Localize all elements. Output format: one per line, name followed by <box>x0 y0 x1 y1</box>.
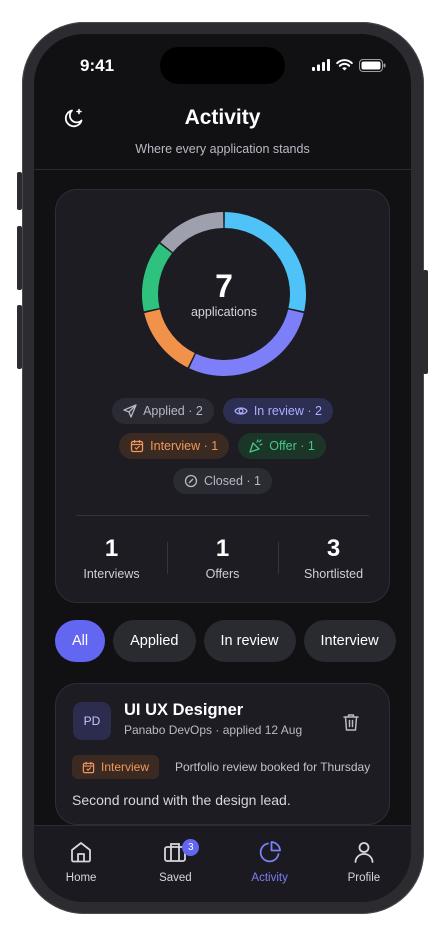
volume-down-button <box>17 305 22 369</box>
job-title: UI UX Designer <box>124 701 244 719</box>
pie-chart-icon <box>259 841 281 863</box>
donut-chart: 7 applications <box>140 210 308 378</box>
chip-interview[interactable]: Interview · 1 <box>119 433 230 459</box>
filter-all[interactable]: All <box>55 620 106 662</box>
chip-label: Closed · 1 <box>204 474 261 488</box>
wifi-icon <box>336 59 353 71</box>
application-note: Portfolio review booked for Thursday <box>175 760 371 774</box>
signal-icon <box>312 59 330 71</box>
application-description: Second round with the design lead. <box>72 792 291 808</box>
donut-caption: applications <box>190 305 257 319</box>
chip-label: In review · 2 <box>253 404 322 418</box>
tab-label: Saved <box>159 872 192 884</box>
stat-interviews: 1 Interviews <box>56 535 167 585</box>
donut-center: 7 applications <box>140 210 308 378</box>
tab-label: Activity <box>251 872 288 884</box>
chip-offer[interactable]: Offer · 1 <box>238 433 326 459</box>
chips-row: Interview · 1 Offer · 1 <box>56 433 389 459</box>
job-meta: Panabo DevOps · applied 12 Aug <box>124 723 303 737</box>
summary-card: 7 applications Applied · 2 In review · 2… <box>55 189 390 603</box>
calendar-icon <box>130 440 144 453</box>
tab-label: Home <box>65 872 97 884</box>
saved-badge: 3 <box>182 839 200 856</box>
battery-icon <box>359 58 386 72</box>
user-icon <box>354 842 374 863</box>
status-badge: Interview <box>72 755 160 779</box>
home-icon <box>71 842 92 863</box>
chips-row: Applied · 2 In review · 2 <box>56 398 389 424</box>
page-title: Activity <box>184 106 261 129</box>
dynamic-island <box>160 47 285 84</box>
tab-label: Profile <box>347 872 381 884</box>
tab-saved[interactable]: 3 Saved <box>128 826 222 902</box>
power-button <box>423 270 428 374</box>
tab-bar: Home 3 Saved Activity Profile <box>34 825 411 902</box>
status-icons <box>312 58 386 72</box>
chip-label: Interview · 1 <box>150 439 219 453</box>
send-icon <box>123 404 137 418</box>
filter-bar: All Applied In review Interview <box>55 620 411 662</box>
chip-in-review[interactable]: In review · 2 <box>222 398 333 424</box>
application-card[interactable]: PD UI UX Designer Panabo DevOps · applie… <box>55 683 390 825</box>
tab-profile[interactable]: Profile <box>317 826 411 902</box>
stat-value: 1 <box>215 535 230 562</box>
chip-applied[interactable]: Applied · 2 <box>112 398 214 424</box>
chips-row: Closed · 1 <box>56 468 389 494</box>
chip-label: Offer · 1 <box>269 439 315 453</box>
chip-label: Applied · 2 <box>143 404 203 418</box>
company-avatar: PD <box>73 702 111 740</box>
filter-applied[interactable]: Applied <box>113 620 196 662</box>
filter-interview[interactable]: Interview <box>303 620 396 662</box>
filter-in-review[interactable]: In review <box>203 620 296 662</box>
eye-icon <box>234 407 248 415</box>
calendar-icon <box>82 761 95 773</box>
stat-label: Shortlisted <box>303 567 364 581</box>
tab-activity[interactable]: Activity <box>223 826 317 902</box>
tab-home[interactable]: Home <box>34 826 128 902</box>
stat-value: 3 <box>326 535 341 562</box>
chip-closed[interactable]: Closed · 1 <box>173 468 272 494</box>
volume-up-button <box>17 226 22 290</box>
screen: 9:41 Activity Where every application st… <box>34 34 411 902</box>
mute-switch <box>17 172 22 210</box>
trash-icon[interactable] <box>342 712 360 732</box>
header: Activity Where every application stands <box>34 94 411 170</box>
stats-row: 1 Interviews 1 Offers 3 Shortlisted <box>56 535 389 585</box>
stat-label: Interviews <box>83 567 140 581</box>
status-time: 9:41 <box>80 56 115 75</box>
page-subtitle: Where every application stands <box>135 142 310 156</box>
divider <box>76 515 369 516</box>
status-label: Interview <box>101 760 150 774</box>
stat-value: 1 <box>104 535 119 562</box>
stat-shortlisted: 3 Shortlisted <box>278 535 389 585</box>
party-icon <box>249 439 263 453</box>
slash-circle-icon <box>184 474 198 488</box>
donut-total: 7 <box>215 268 233 304</box>
stat-label: Offers <box>205 567 240 581</box>
stat-offers: 1 Offers <box>167 535 278 585</box>
